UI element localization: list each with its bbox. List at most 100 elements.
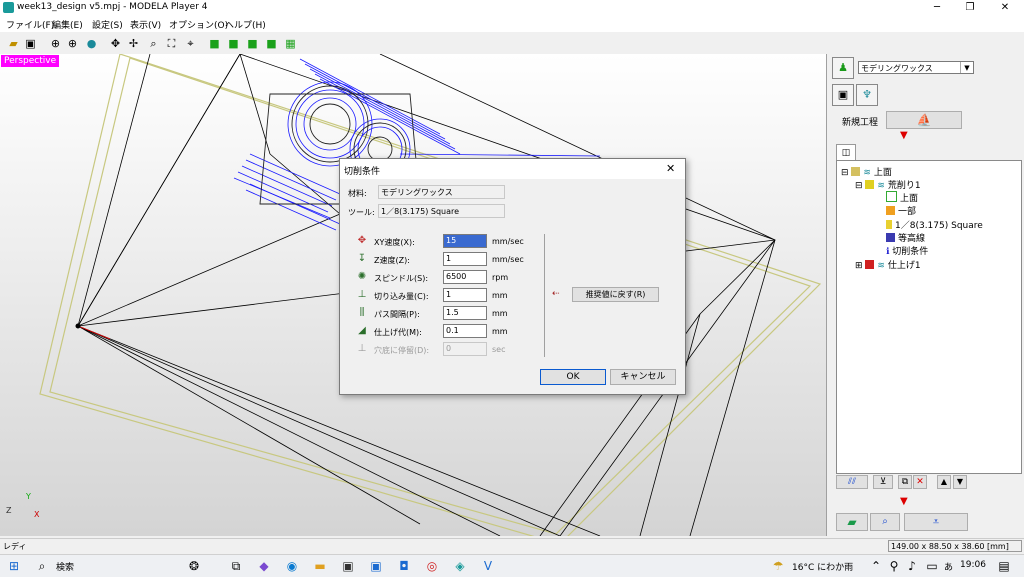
network-icon[interactable]: ⚲ — [886, 558, 902, 574]
tree-process-2[interactable]: ⊞ ≋ 仕上げ1 — [855, 258, 921, 271]
xy-speed-input[interactable]: 15 — [443, 234, 487, 248]
finish-allowance-input[interactable]: 0.1 — [443, 324, 487, 338]
volume-icon[interactable]: ♪ — [904, 558, 920, 574]
copilot-icon[interactable]: ◆ — [256, 558, 272, 574]
model-icon[interactable]: ▣ — [832, 84, 854, 106]
ok-button[interactable]: OK — [540, 369, 606, 385]
photos-icon[interactable]: ▣ — [368, 558, 384, 574]
tree-process-1[interactable]: ⊟ ≋ 荒削り1 — [855, 178, 921, 191]
dialog-titlebar: 切削条件 ✕ — [340, 159, 685, 179]
move-up-icon[interactable]: ▲ — [937, 475, 951, 489]
maximize-button[interactable]: ❐ — [955, 0, 985, 16]
cancel-button[interactable]: キャンセル — [610, 369, 676, 385]
close-button[interactable]: ✕ — [990, 0, 1020, 16]
menu-file[interactable]: ファイル(F) — [6, 18, 54, 31]
tree-item-tool[interactable]: 1／8(3.175) Square — [886, 218, 983, 231]
cut-button[interactable]: ⩡ — [904, 513, 968, 531]
new-process-button[interactable]: ⛵ — [886, 111, 962, 129]
outlook-icon[interactable]: ◘ — [396, 558, 412, 574]
user-icon[interactable]: ♟ — [832, 57, 854, 79]
zoom-icon[interactable]: ⌕ — [146, 36, 161, 51]
battery-icon[interactable]: ▭ — [924, 558, 940, 574]
dialog-tool-value: 1／8(3.175) Square — [378, 204, 505, 218]
search-icon[interactable]: ⌕ — [34, 558, 50, 574]
folder-icon[interactable]: ▬ — [312, 558, 328, 574]
start-icon[interactable]: ⊞ — [6, 558, 22, 574]
cube-side-icon[interactable]: ■ — [264, 36, 279, 51]
edge-icon[interactable]: ◉ — [284, 558, 300, 574]
path-button[interactable]: ⫽⫽ — [836, 475, 868, 489]
z-speed-input[interactable]: 1 — [443, 252, 487, 266]
path-interval-unit: mm — [492, 309, 508, 318]
pan-icon[interactable]: ✥ — [108, 36, 123, 51]
tree-item-partial-label: 一部 — [898, 207, 917, 217]
preview-button[interactable]: ▰ — [836, 513, 868, 531]
search-box[interactable]: 検索 — [56, 560, 74, 573]
spindle-input[interactable]: 6500 — [443, 270, 487, 284]
spindle-label: スピンドル(S): — [374, 274, 429, 283]
minimize-button[interactable]: ─ — [922, 0, 952, 16]
dwell-label: 穴底に停留(D): — [374, 346, 430, 355]
chevron-up-icon[interactable]: ⌃ — [868, 558, 884, 574]
cube-top-icon[interactable]: ■ — [226, 36, 241, 51]
cube-front-icon[interactable]: ■ — [245, 36, 260, 51]
weather-icon: ☂ — [772, 559, 784, 573]
menu-view[interactable]: 表示(V) — [130, 18, 161, 31]
cube-view-icon[interactable]: ■ — [207, 36, 222, 51]
z-speed-label: Z速度(Z): — [374, 256, 410, 265]
modela-icon[interactable]: ◈ — [452, 558, 468, 574]
tree-item-contour[interactable]: 等高線 — [886, 231, 925, 244]
path-interval-input[interactable]: 1.5 — [443, 306, 487, 320]
clock[interactable]: 19:06 — [960, 560, 986, 570]
recommended-button[interactable]: 推奨値に戻す(R) — [572, 287, 659, 302]
collapse-icon[interactable]: ⊟ — [841, 168, 849, 178]
app-v-icon[interactable]: V — [480, 558, 496, 574]
grid-view-icon[interactable]: ▦ — [283, 36, 298, 51]
tool-icon[interactable]: ♆ — [856, 84, 878, 106]
open-icon[interactable]: ▰ — [6, 36, 21, 51]
task-view-icon[interactable]: ⧉ — [228, 558, 244, 574]
delete-icon[interactable]: ✕ — [913, 475, 927, 489]
dialog-close-button[interactable]: ✕ — [666, 162, 675, 175]
partial-icon — [886, 206, 895, 215]
expand-icon[interactable]: ⊞ — [855, 261, 863, 271]
depth-input[interactable]: 1 — [443, 288, 487, 302]
path-interval-icon: ⫼ — [359, 307, 365, 318]
notification-icon[interactable]: ▤ — [996, 558, 1012, 574]
target-icon[interactable]: ⊕ — [65, 36, 80, 51]
store-icon[interactable]: ▣ — [340, 558, 356, 574]
move-down-icon[interactable]: ▼ — [953, 475, 967, 489]
menu-settings[interactable]: 設定(S) — [92, 18, 123, 31]
sphere-icon[interactable]: ● — [84, 36, 99, 51]
zoom-fit-icon[interactable]: ⛶ — [164, 36, 179, 51]
material-select-value: モデリングワックス — [861, 64, 933, 73]
xy-speed-icon: ✥ — [357, 235, 367, 246]
copy-icon[interactable]: ⧉ — [898, 475, 912, 489]
crosshair-icon[interactable]: ⊕ — [48, 36, 63, 51]
zoom-window-icon[interactable]: ⌖ — [183, 36, 198, 51]
finish-allowance-unit: mm — [492, 327, 508, 336]
menu-help[interactable]: ヘルプ(H) — [225, 18, 266, 31]
tree-item-surface[interactable]: 上面 — [886, 191, 918, 204]
axis-x-label: X — [34, 510, 40, 519]
arrow-down-icon: ▼ — [900, 130, 908, 141]
collapse-icon[interactable]: ⊟ — [855, 181, 863, 191]
xy-speed-unit: mm/sec — [492, 237, 524, 246]
tree-item-partial[interactable]: 一部 — [886, 204, 916, 217]
weather-text: 16°C にわか雨 — [792, 563, 854, 573]
dwell-unit: sec — [492, 345, 506, 354]
ime-indicator[interactable]: あ — [944, 560, 953, 573]
menu-edit[interactable]: 編集(E) — [52, 18, 83, 31]
chrome-icon[interactable]: ◎ — [424, 558, 440, 574]
save-icon[interactable]: ▣ — [23, 36, 38, 51]
move-icon[interactable]: ✢ — [126, 36, 141, 51]
tree-tab[interactable]: ◫ — [836, 144, 856, 161]
material-select[interactable]: モデリングワックス ▼ — [858, 61, 974, 74]
menu-options[interactable]: オプション(O) — [169, 18, 228, 31]
tree-root[interactable]: ⊟ ≋ 上面 — [841, 165, 892, 178]
calc-button[interactable]: ⊻ — [873, 475, 893, 489]
dialog-title: 切削条件 — [344, 167, 381, 177]
simulate-button[interactable]: ⌕ — [870, 513, 900, 531]
dimensions-readout: 149.00 x 88.50 x 38.60 [mm] — [888, 540, 1022, 552]
tree-item-conditions[interactable]: ℹ 切削条件 — [886, 244, 928, 257]
